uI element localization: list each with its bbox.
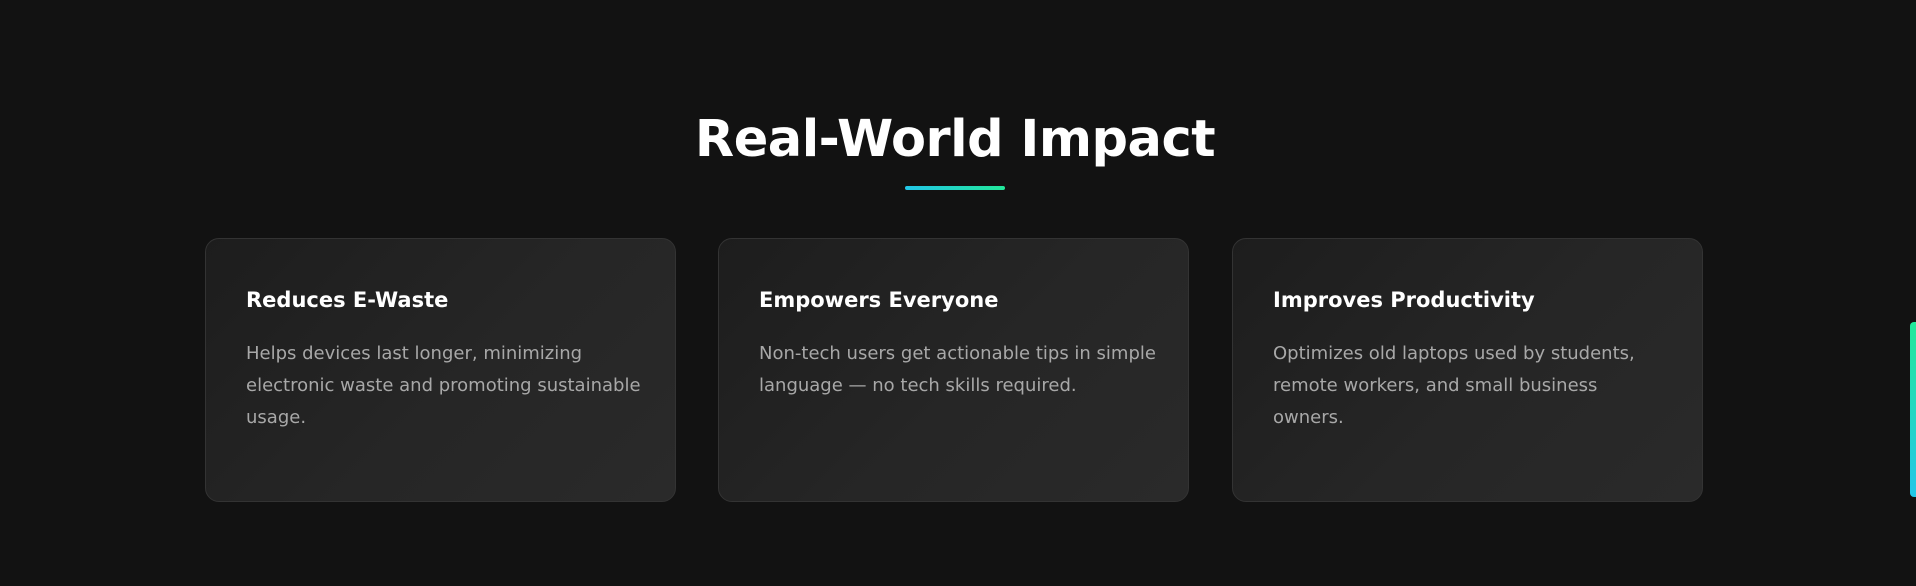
impact-card-improves-productivity: Improves Productivity Optimizes old lapt… — [1232, 238, 1703, 502]
card-description: Non-tech users get actionable tips in si… — [759, 343, 1156, 396]
impact-card-empowers-everyone: Empowers Everyone Non-tech users get act… — [718, 238, 1189, 502]
card-title: Reduces E-Waste — [246, 288, 449, 312]
card-description: Optimizes old laptops used by students, … — [1273, 343, 1635, 428]
title-underline — [905, 186, 1005, 190]
impact-cards: Reduces E-Waste Helps devices last longe… — [205, 238, 1705, 504]
impact-section: Real-World Impact Reduces E-Waste Helps … — [0, 0, 1916, 586]
scrollbar-thumb[interactable] — [1910, 322, 1916, 497]
card-title: Improves Productivity — [1273, 288, 1535, 312]
card-description: Helps devices last longer, minimizing el… — [246, 343, 641, 428]
impact-card-reduces-e-waste: Reduces E-Waste Helps devices last longe… — [205, 238, 676, 502]
card-title: Empowers Everyone — [759, 288, 999, 312]
section-title: Real-World Impact — [694, 110, 1216, 169]
